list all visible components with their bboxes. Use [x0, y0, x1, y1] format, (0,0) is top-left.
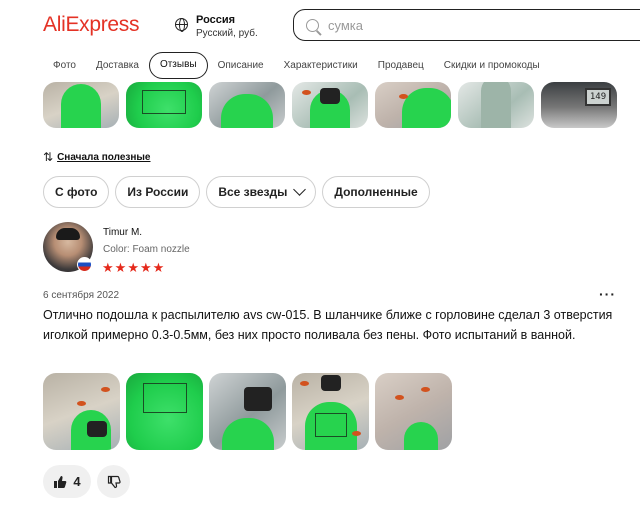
- search-icon: [306, 18, 319, 32]
- search-input[interactable]: [328, 17, 628, 33]
- review-text: Отлично подошла к распылителю avs cw-015…: [43, 308, 613, 342]
- tab-seller[interactable]: Продавец: [368, 52, 434, 79]
- review-photo-thumbnail[interactable]: [126, 373, 203, 450]
- like-count: 4: [73, 474, 81, 489]
- russia-flag-icon: [77, 257, 92, 272]
- thumbs-up-icon: [53, 475, 67, 489]
- region-selector[interactable]: Россия Русский, руб.: [175, 14, 258, 40]
- review-photo-thumbnail[interactable]: [126, 82, 202, 128]
- review-photo-thumbnail[interactable]: [209, 82, 285, 128]
- sort-label: Сначала полезные: [57, 151, 151, 163]
- filter-from-russia[interactable]: Из России: [115, 176, 201, 208]
- sort-selector[interactable]: ⇅ Сначала полезные: [43, 150, 151, 164]
- rating-stars: ★ ★ ★ ★ ★: [102, 261, 164, 275]
- more-options-icon[interactable]: ···: [599, 286, 616, 302]
- review-photo-thumbnail[interactable]: [43, 373, 120, 450]
- tab-delivery[interactable]: Доставка: [86, 52, 149, 79]
- thumbs-down-icon: [107, 475, 121, 489]
- filter-all-stars[interactable]: Все звезды: [206, 176, 317, 208]
- globe-icon: [175, 18, 188, 32]
- filter-with-photo[interactable]: С фото: [43, 176, 110, 208]
- chevron-down-icon: [293, 183, 307, 196]
- search-bar[interactable]: [293, 9, 640, 41]
- tab-reviews[interactable]: Отзывы: [148, 52, 208, 79]
- region-country: Россия: [196, 14, 236, 26]
- review-photo-thumbnail[interactable]: [292, 373, 369, 450]
- star-icon: ★: [139, 260, 152, 275]
- star-icon: ★: [102, 260, 114, 275]
- review-date: 6 сентября 2022: [43, 290, 120, 301]
- star-icon: ★: [152, 260, 165, 275]
- tab-discounts[interactable]: Скидки и промокоды: [434, 52, 550, 79]
- review-photo-thumbnail[interactable]: 149: [541, 82, 617, 128]
- review-author: Timur M.: [103, 227, 143, 238]
- tab-photos[interactable]: Фото: [43, 52, 86, 79]
- dislike-button[interactable]: [97, 465, 130, 498]
- review-photo-thumbnail[interactable]: [292, 82, 368, 128]
- review-photo-thumbnail[interactable]: [209, 373, 286, 450]
- review-filters: С фото Из России Все звезды Дополненные: [43, 176, 430, 208]
- tab-description[interactable]: Описание: [208, 52, 274, 79]
- region-language-currency: Русский, руб.: [196, 28, 258, 39]
- sort-arrows-icon: ⇅: [43, 150, 54, 164]
- review-photo-thumbnail[interactable]: [43, 82, 119, 128]
- filter-supplemented[interactable]: Дополненные: [322, 176, 430, 208]
- like-button[interactable]: 4: [43, 465, 91, 498]
- product-tabs: Фото Доставка Отзывы Описание Характерис…: [43, 52, 550, 79]
- review-photo-thumbnail[interactable]: [458, 82, 534, 128]
- star-icon: ★: [127, 260, 139, 275]
- tab-specifications[interactable]: Характеристики: [274, 52, 368, 79]
- aliexpress-logo[interactable]: AliExpress: [43, 13, 140, 37]
- scale-display: 149: [585, 88, 611, 106]
- review-photo-thumbnail[interactable]: [375, 373, 452, 450]
- review-photo-thumbnail[interactable]: [375, 82, 451, 128]
- star-icon: ★: [114, 260, 127, 275]
- review-variant: Color: Foam nozzle: [103, 244, 190, 255]
